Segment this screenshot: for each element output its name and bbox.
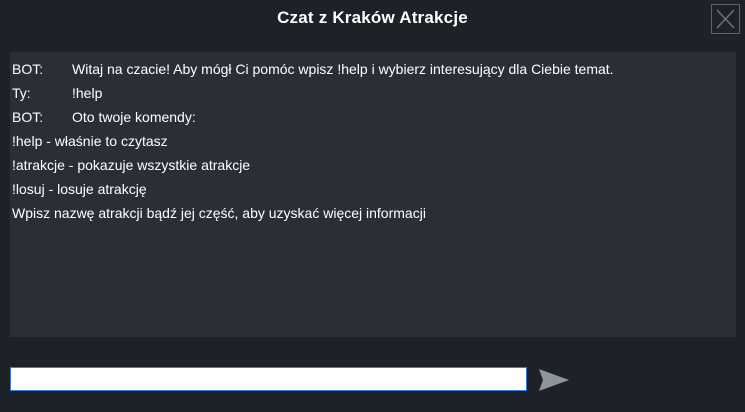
message-sender: BOT: xyxy=(12,61,44,77)
chat-message: Ty: !help xyxy=(12,81,736,105)
chat-line: !atrakcje - pokazuje wszystkie atrakcje xyxy=(12,157,251,173)
title-bar: Czat z Kraków Atrakcje xyxy=(0,0,745,40)
message-text: Oto twoje komendy: xyxy=(72,109,196,125)
chat-line: !help - właśnie to czytasz xyxy=(12,133,168,149)
close-icon xyxy=(716,9,735,29)
message-text: Witaj na czacie! Aby mógł Ci pomóc wpisz… xyxy=(72,61,614,77)
chat-line: Wpisz nazwę atrakcji bądź jej część, aby… xyxy=(12,205,426,221)
window-title: Czat z Kraków Atrakcje xyxy=(277,8,468,27)
chat-message: BOT: Witaj na czacie! Aby mógł Ci pomóc w… xyxy=(12,57,736,81)
chat-line: !losuj - losuje atrakcję xyxy=(12,181,147,197)
message-sender: BOT: xyxy=(12,109,44,125)
close-button[interactable] xyxy=(711,4,740,34)
send-button[interactable] xyxy=(537,367,571,393)
chat-window: Czat z Kraków Atrakcje BOT: Witaj na czac… xyxy=(0,0,745,412)
send-arrow-icon xyxy=(539,369,569,391)
chat-log: BOT: Witaj na czacie! Aby mógł Ci pomóc w… xyxy=(10,52,736,337)
message-text: !help xyxy=(72,85,103,101)
message-sender: Ty: xyxy=(12,85,31,101)
message-input[interactable] xyxy=(10,367,527,391)
input-row xyxy=(10,367,570,393)
chat-message: BOT: Oto twoje komendy: xyxy=(12,105,736,129)
